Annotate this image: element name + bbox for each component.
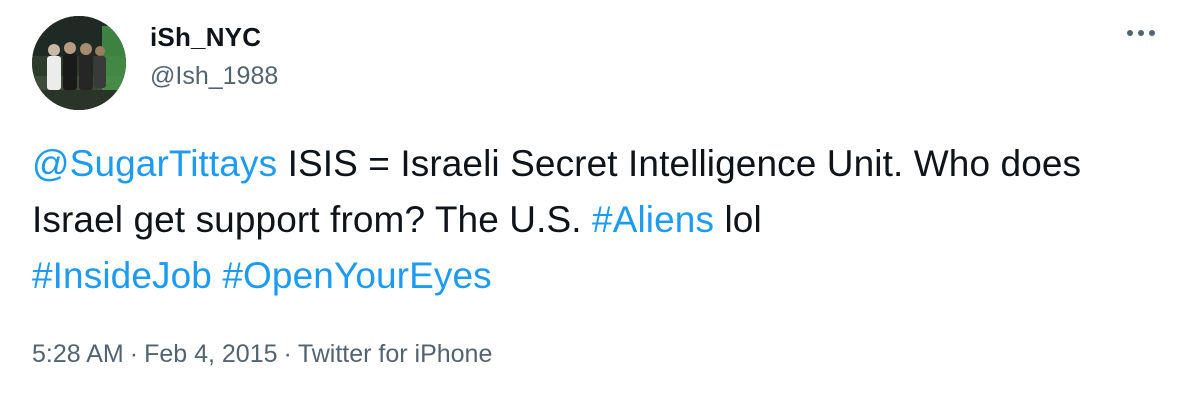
meta-separator: · [283,340,292,368]
hashtag-openyoureyes-link[interactable]: #OpenYourEyes [222,255,491,296]
more-options-button[interactable] [1124,18,1158,48]
tweet-text: @SugarTittays ISIS = Israeli Secret Inte… [32,136,1152,304]
display-name[interactable]: iSh_NYC [150,22,261,53]
tweet-date[interactable]: Feb 4, 2015 [144,340,277,368]
user-handle[interactable]: @Ish_1988 [150,62,278,91]
tweet-time[interactable]: 5:28 AM [32,340,124,368]
avatar[interactable] [32,16,126,110]
tweet-source[interactable]: Twitter for iPhone [298,340,493,368]
hashtag-aliens-link[interactable]: #Aliens [592,199,714,240]
tweet-text-segment: lol [714,199,762,240]
more-horizontal-icon [1127,30,1155,36]
tweet-card: iSh_NYC @Ish_1988 @SugarTittays ISIS = I… [0,0,1186,400]
tweet-text-segment [212,255,222,296]
tweet-meta: 5:28 AM · Feb 4, 2015 · Twitter for iPhone [32,340,492,369]
hashtag-insidejob-link[interactable]: #InsideJob [32,255,212,296]
meta-separator: · [129,340,139,368]
mention-link[interactable]: @SugarTittays [32,143,277,184]
profile-photo-icon [32,16,126,110]
